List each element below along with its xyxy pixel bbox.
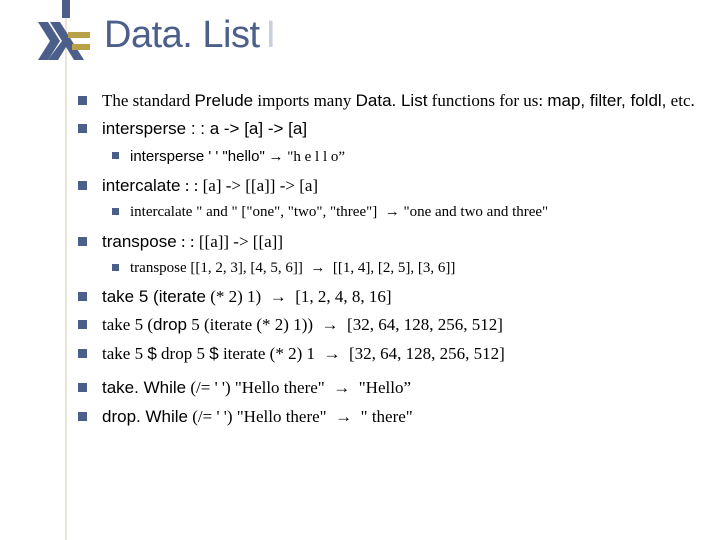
bullet-takewhile: take. While (/= ' ') "Hello there" → "He… [72, 375, 700, 401]
bullet-take-iterate: take 5 (iterate (* 2) 1) → [1, 2, 4, 8, … [72, 284, 700, 310]
bullet-prelude: The standard Prelude imports many Data. … [72, 88, 700, 114]
sub-intersperse-ex: intersperse ' ' "hello" → "h e l l o” [72, 145, 700, 169]
title-suffix: I [266, 14, 276, 56]
bullet-take-drop: take 5 (drop 5 (iterate (* 2) 1)) → [32,… [72, 312, 700, 338]
bullet-intercalate: intercalate : : [a] -> [[a]] -> [a] [72, 173, 700, 199]
bullet-dropwhile: drop. While (/= ' ') "Hello there" → " t… [72, 404, 700, 430]
bullet-intersperse: intersperse : : a -> [a] -> [a] [72, 116, 700, 142]
haskell-logo-icon [38, 22, 92, 60]
bullet-dollar: take 5 $ drop 5 $ iterate (* 2) 1 → [32,… [72, 341, 700, 367]
sub-transpose-ex: transpose [[1, 2, 3], [4, 5, 6]] → [[1, … [72, 257, 700, 280]
title-main: Data. List [104, 14, 260, 56]
top-tick [62, 0, 70, 18]
slide-body: The standard Prelude imports many Data. … [72, 88, 700, 432]
slide-title: Data. ListI [104, 14, 276, 57]
side-line [65, 0, 67, 540]
sub-intercalate-ex: intercalate " and " ["one", "two", "thre… [72, 201, 700, 224]
bullet-transpose: transpose : : [[a]] -> [[a]] [72, 229, 700, 255]
